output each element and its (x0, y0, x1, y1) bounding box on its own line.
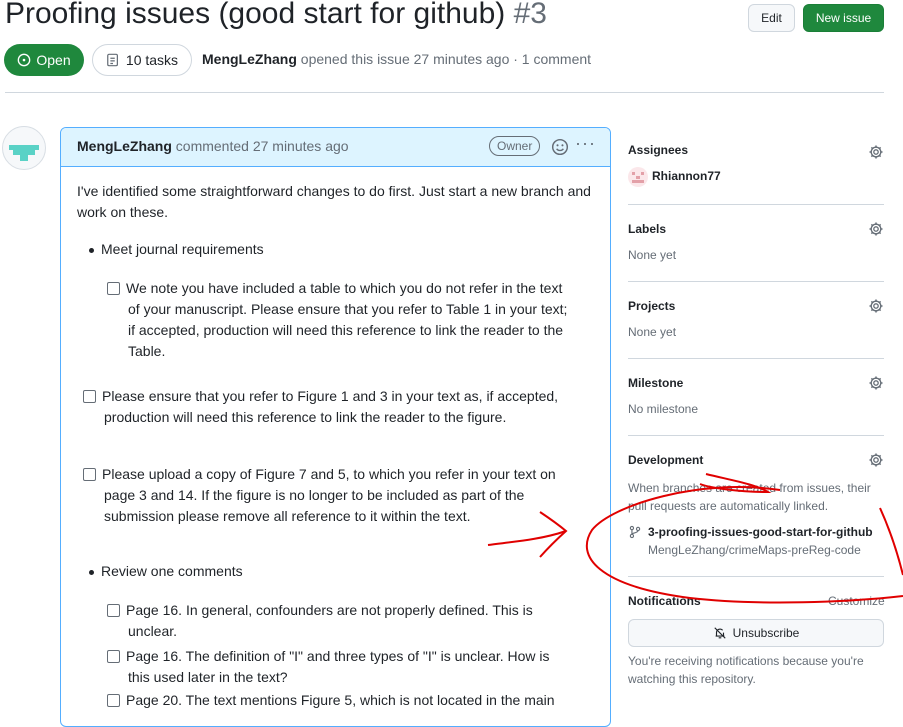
sidebar-divider (628, 204, 884, 205)
sidebar-divider (628, 281, 884, 282)
assignee-name[interactable]: Rhiannon77 (652, 169, 721, 183)
task-line: of your manuscript. Please ensure that y… (128, 301, 568, 317)
gear-icon[interactable] (868, 144, 884, 160)
task-line: submission please remove all reference t… (104, 508, 471, 524)
issue-author-link[interactable]: MengLeZhang (202, 51, 297, 67)
comment-header: MengLeZhang commented 27 minutes ago Own… (61, 128, 610, 167)
issue-state-badge: Open (4, 44, 84, 76)
gear-icon[interactable] (868, 221, 884, 237)
intro-line: I've identified some straightforward cha… (77, 183, 591, 199)
development-heading[interactable]: Development (628, 453, 703, 467)
development-note: When branches are created from issues, t… (628, 479, 871, 515)
issue-state-label: Open (36, 52, 71, 68)
issue-comment: MengLeZhang commented 27 minutes ago Own… (60, 127, 611, 727)
identicon-avatar (632, 172, 644, 183)
task-checkbox[interactable] (107, 282, 120, 295)
task-item: Page 20. The text mentions Figure 5, whi… (126, 690, 555, 711)
edit-button[interactable]: Edit (748, 4, 795, 32)
development-note-line: pull requests are automatically linked. (628, 499, 829, 513)
comment-timestamp: commented 27 minutes ago (175, 138, 349, 154)
task-line: Please upload a copy of Figure 7 and 5, … (102, 466, 556, 482)
sidebar-divider (628, 576, 884, 577)
task-item: We note you have included a table to whi… (126, 278, 567, 362)
branch-icon (629, 525, 641, 539)
owner-badge: Owner (489, 136, 541, 156)
bullet-dot (89, 248, 94, 253)
notifications-heading: Notifications (628, 594, 701, 608)
unsubscribe-label: Unsubscribe (732, 626, 800, 640)
task-checkbox[interactable] (107, 694, 120, 707)
bell-slash-icon (713, 627, 726, 639)
customize-link[interactable]: Customize (828, 594, 885, 608)
projects-value: None yet (628, 325, 677, 339)
notification-reason-line: watching this repository. (628, 672, 756, 686)
issue-title-text: Proofing issues (good start for github) (5, 0, 506, 30)
linked-repo[interactable]: MengLeZhang/crimeMaps-preReg-code (648, 543, 861, 557)
issue-open-icon (18, 53, 31, 67)
sidebar-divider (628, 435, 884, 436)
milestone-value: No milestone (628, 402, 699, 416)
bullet-dot (89, 570, 94, 575)
task-line: Page 16. In general, confounders are not… (126, 602, 533, 618)
section-heading: Meet journal requirements (101, 241, 264, 257)
task-checkbox[interactable] (83, 468, 96, 481)
new-issue-button[interactable]: New issue (803, 4, 884, 32)
task-line: page 3 and 14. If the figure is no longe… (104, 487, 525, 503)
milestone-heading[interactable]: Milestone (628, 376, 683, 390)
kebab-icon[interactable]: ··· (575, 133, 596, 154)
task-line: production will need this reference to l… (104, 409, 507, 425)
projects-heading[interactable]: Projects (628, 299, 675, 313)
issue-number: #3 (513, 0, 547, 30)
task-checkbox[interactable] (107, 604, 120, 617)
gear-icon[interactable] (868, 298, 884, 314)
identicon-avatar (9, 145, 39, 161)
section-heading: Review one comments (101, 563, 243, 579)
task-line: this used later in the text? (128, 669, 288, 685)
task-line: Table. (128, 343, 166, 359)
tasks-pill[interactable]: 10 tasks (92, 44, 192, 76)
notification-reason-line: You're receiving notifications because y… (628, 654, 864, 668)
header-divider (5, 92, 884, 93)
labels-value: None yet (628, 248, 677, 262)
gear-icon[interactable] (868, 452, 884, 468)
assignees-heading[interactable]: Assignees (628, 143, 688, 157)
task-line: if accepted, production will need this r… (128, 322, 564, 338)
tasks-count: 10 tasks (125, 52, 179, 68)
task-line: Page 20. The text mentions Figure 5, whi… (126, 692, 555, 708)
comment-author-link[interactable]: MengLeZhang (77, 138, 172, 154)
checklist-icon (107, 53, 118, 67)
task-checkbox[interactable] (107, 650, 120, 663)
assignee-avatar[interactable] (628, 167, 648, 187)
task-line: Please ensure that you refer to Figure 1… (102, 388, 559, 404)
task-item: Page 16. The definition of "I" and three… (126, 646, 550, 688)
task-item: Please upload a copy of Figure 7 and 5, … (102, 464, 556, 527)
development-note-line: When branches are created from issues, t… (628, 481, 871, 495)
notification-reason: You're receiving notifications because y… (628, 652, 864, 688)
sidebar-divider (628, 358, 884, 359)
avatar[interactable] (2, 126, 46, 170)
unsubscribe-button[interactable]: Unsubscribe (628, 619, 884, 647)
linked-branch-link[interactable]: 3-proofing-issues-good-start-for-github (648, 525, 873, 539)
task-line: We note you have included a table to whi… (126, 280, 563, 296)
smiley-icon[interactable] (551, 138, 569, 156)
task-line: Page 16. The definition of "I" and three… (126, 648, 550, 664)
issue-meta-text: opened this issue 27 minutes ago · 1 com… (300, 51, 592, 67)
task-item: Please ensure that you refer to Figure 1… (102, 386, 558, 428)
intro-line: work on these. (77, 204, 169, 220)
comment-author-line: MengLeZhang commented 27 minutes ago (77, 138, 349, 154)
issue-title: Proofing issues (good start for github) … (5, 0, 547, 34)
comment-intro: I've identified some straightforward cha… (77, 181, 591, 223)
task-item: Page 16. In general, confounders are not… (126, 600, 533, 642)
gear-icon[interactable] (868, 375, 884, 391)
issue-meta: MengLeZhang opened this issue 27 minutes… (202, 51, 591, 67)
labels-heading[interactable]: Labels (628, 222, 666, 236)
task-checkbox[interactable] (83, 390, 96, 403)
task-line: unclear. (128, 623, 178, 639)
